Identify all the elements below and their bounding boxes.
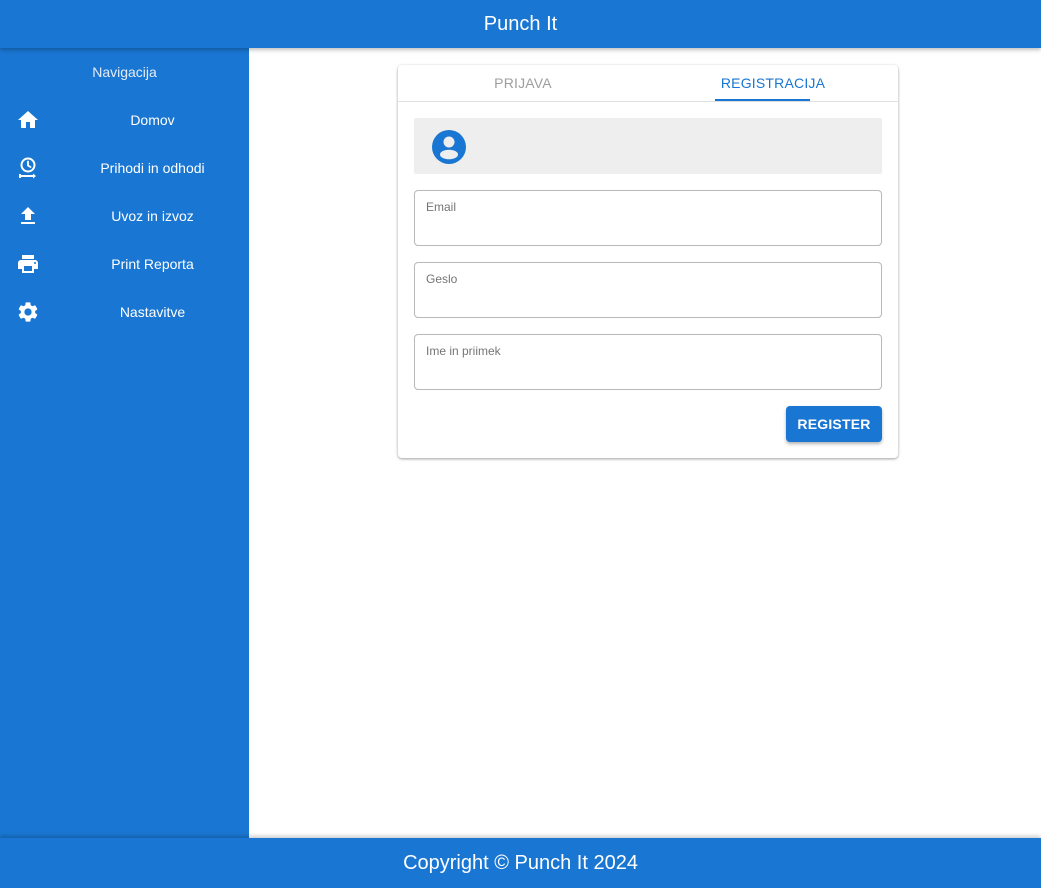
sidebar: Navigacija Domov Prihodi in odhodi Uvoz … [0, 48, 249, 838]
clock-arrow-icon [16, 156, 40, 180]
password-field[interactable]: Geslo [414, 262, 882, 318]
footer: Copyright © Punch It 2024 [0, 838, 1041, 888]
sidebar-item-nastavitve[interactable]: Nastavitve [0, 288, 249, 336]
sidebar-item-label: Uvoz in izvoz [111, 208, 194, 224]
full-name-input[interactable] [426, 361, 870, 383]
sidebar-item-print-reporta[interactable]: Print Reporta [0, 240, 249, 288]
printer-icon [16, 252, 40, 276]
full-name-field[interactable]: Ime in priimek [414, 334, 882, 390]
sidebar-title: Navigacija [92, 64, 157, 80]
upload-icon [16, 204, 40, 228]
email-input[interactable] [426, 217, 870, 239]
register-button[interactable]: REGISTER [786, 406, 882, 442]
active-tab-indicator [715, 99, 810, 101]
app-title: Punch It [483, 12, 558, 35]
home-icon [16, 108, 40, 132]
app-header: Punch It [0, 0, 1041, 48]
sidebar-item-label: Prihodi in odhodi [100, 160, 205, 176]
password-input[interactable] [426, 289, 870, 311]
account-circle-icon [432, 130, 466, 164]
gear-icon [16, 300, 40, 324]
avatar-bar [414, 118, 882, 174]
tab-prijava[interactable]: PRIJAVA [398, 65, 648, 101]
sidebar-item-label: Domov [130, 112, 175, 128]
copyright-text: Copyright © Punch It 2024 [403, 851, 638, 874]
email-field[interactable]: Email [414, 190, 882, 246]
tab-label: PRIJAVA [494, 75, 552, 91]
sidebar-item-domov[interactable]: Domov [0, 96, 249, 144]
tab-label: REGISTRACIJA [720, 75, 826, 91]
sidebar-item-uvoz-in-izvoz[interactable]: Uvoz in izvoz [0, 192, 249, 240]
auth-card: PRIJAVA REGISTRACIJA Email Geslo Ime in … [398, 65, 898, 458]
auth-tabs: PRIJAVA REGISTRACIJA [398, 65, 898, 102]
sidebar-item-label: Nastavitve [119, 304, 186, 320]
full-name-label: Ime in priimek [426, 344, 501, 358]
password-label: Geslo [426, 272, 458, 286]
main-content: PRIJAVA REGISTRACIJA Email Geslo Ime in … [249, 48, 1041, 838]
tab-registracija[interactable]: REGISTRACIJA [648, 65, 898, 101]
sidebar-item-prihodi-in-odhodi[interactable]: Prihodi in odhodi [0, 144, 249, 192]
email-label: Email [426, 200, 457, 214]
sidebar-item-label: Print Reporta [111, 256, 194, 272]
